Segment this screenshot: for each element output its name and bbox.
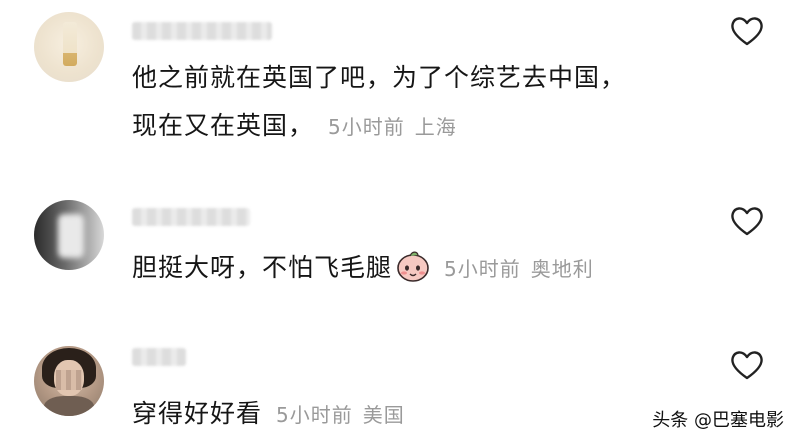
comment-text: 穿得好好看	[132, 399, 263, 428]
comment-time: 5小时前	[444, 257, 521, 281]
comment-text-line: 他之前就在英国了吧，为了个综艺去中国，	[132, 63, 627, 92]
avatar-mosaic	[56, 370, 82, 390]
comment-text: 胆挺大呀，不怕飞毛腿	[132, 253, 393, 282]
heart-icon[interactable]	[730, 350, 764, 380]
avatar[interactable]	[34, 346, 104, 416]
avatar-body	[44, 396, 94, 416]
comment-time: 5小时前	[328, 115, 405, 139]
comment-text: 现在又在英国，	[132, 111, 315, 140]
username-blurred[interactable]	[132, 208, 250, 226]
comment-text-line: 胆挺大呀，不怕飞毛腿 5小时前 奥地利	[132, 248, 594, 284]
username-blurred[interactable]	[132, 22, 272, 40]
comment-text-line: 现在又在英国， 5小时前 上海	[132, 106, 457, 142]
comment-text-line: 穿得好好看 5小时前 美国	[132, 394, 405, 430]
comment-meta: 5小时前 上海	[328, 115, 457, 139]
username-blurred[interactable]	[132, 348, 186, 366]
heart-icon[interactable]	[730, 206, 764, 236]
comment-location: 奥地利	[530, 257, 594, 281]
comment-location: 美国	[362, 403, 405, 427]
avatar-image	[58, 214, 84, 258]
peach-face-emoji-icon	[397, 251, 429, 282]
avatar[interactable]	[34, 200, 104, 270]
watermark: 头条 @巴塞电影	[652, 410, 784, 431]
heart-icon[interactable]	[730, 16, 764, 46]
comment-meta: 5小时前 美国	[276, 403, 405, 427]
avatar-image	[63, 22, 77, 66]
comment-location: 上海	[414, 115, 457, 139]
comment-meta: 5小时前 奥地利	[444, 257, 594, 281]
comment-time: 5小时前	[276, 403, 353, 427]
avatar[interactable]	[34, 12, 104, 82]
